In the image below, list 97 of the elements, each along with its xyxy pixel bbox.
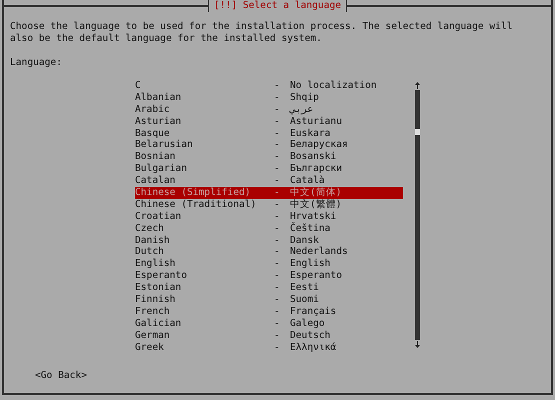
separator-text: - bbox=[274, 330, 281, 342]
separator-text: - bbox=[274, 187, 281, 199]
language-item[interactable]: Albanian - Shqip bbox=[135, 92, 403, 104]
language-item[interactable]: Danish - Dansk bbox=[135, 234, 403, 246]
list-label: Language: bbox=[10, 57, 63, 69]
language-name: Chinese (Simplified) bbox=[135, 187, 252, 199]
separator-text: - bbox=[274, 246, 281, 258]
separator-text: - bbox=[274, 151, 281, 164]
language-item[interactable]: Bulgarian - Български bbox=[135, 163, 403, 176]
language-name: Danish bbox=[135, 234, 171, 246]
language-name: Arabic bbox=[135, 104, 171, 116]
native-name: Galego bbox=[290, 318, 326, 330]
language-name: Bulgarian bbox=[135, 163, 188, 176]
separator-text: - bbox=[274, 258, 281, 270]
go-back-button[interactable]: <Go Back> bbox=[35, 370, 87, 382]
native-name: 中文(繁體) bbox=[290, 198, 343, 211]
native-name: Беларуская bbox=[290, 139, 349, 152]
language-name: Dutch bbox=[135, 246, 165, 258]
language-name: Albanian bbox=[135, 92, 182, 104]
language-item[interactable]: Croatian - Hrvatski bbox=[135, 210, 403, 223]
separator-text: - bbox=[274, 175, 281, 188]
language-name: Asturian bbox=[135, 116, 182, 128]
separator-text: - bbox=[274, 128, 281, 140]
language-item[interactable]: English - English bbox=[135, 258, 403, 270]
separator-text: - bbox=[274, 270, 281, 282]
language-item[interactable]: Estonian - Eesti bbox=[135, 282, 403, 294]
language-name: Greek bbox=[135, 342, 165, 354]
separator-text: - bbox=[274, 342, 281, 354]
language-item[interactable]: Dutch - Nederlands bbox=[135, 246, 403, 258]
native-name: Suomi bbox=[290, 294, 320, 306]
language-name: Czech bbox=[135, 222, 165, 235]
native-name: Català bbox=[290, 175, 326, 187]
native-name: Asturianu bbox=[290, 116, 343, 128]
native-name: Hrvatski bbox=[290, 210, 338, 222]
separator-text: - bbox=[274, 318, 281, 330]
language-name: German bbox=[135, 330, 171, 342]
language-name: French bbox=[135, 306, 171, 318]
separator-text: - bbox=[274, 282, 281, 294]
language-item[interactable]: Catalan - Català bbox=[135, 175, 403, 188]
separator-text: - bbox=[274, 306, 281, 318]
native-name: Français bbox=[290, 306, 338, 318]
native-name: 中文(简体) bbox=[290, 187, 343, 199]
native-name: Nederlands bbox=[290, 246, 349, 258]
separator-text: - bbox=[274, 139, 281, 152]
native-name: Eesti bbox=[290, 282, 320, 294]
separator-text: - bbox=[274, 210, 281, 223]
native-name: Български bbox=[290, 163, 343, 175]
language-item[interactable]: Czech - Čeština bbox=[135, 222, 403, 235]
language-name: Galician bbox=[135, 318, 182, 330]
language-item[interactable]: French - Français bbox=[135, 306, 403, 318]
scroll-down-icon[interactable] bbox=[415, 341, 420, 348]
language-name: Esperanto bbox=[135, 270, 188, 282]
language-name: C bbox=[135, 80, 142, 92]
separator-text: - bbox=[274, 198, 281, 211]
language-name: Chinese (Traditional) bbox=[135, 198, 258, 211]
native-name: Shqip bbox=[290, 92, 320, 104]
dialog-title: [!!] Select a language bbox=[208, 0, 348, 12]
native-name: No localization bbox=[290, 80, 378, 92]
language-item[interactable]: Greek - Ελληνικά bbox=[135, 342, 403, 354]
native-name: Dansk bbox=[290, 234, 320, 246]
language-name: Basque bbox=[135, 128, 171, 140]
separator-text: - bbox=[274, 80, 281, 92]
language-item[interactable]: Chinese (Traditional) - 中文(繁體) bbox=[135, 198, 403, 211]
language-item[interactable]: Esperanto - Esperanto bbox=[135, 270, 403, 282]
separator-text: - bbox=[274, 163, 281, 176]
language-name: Finnish bbox=[135, 294, 176, 306]
language-item[interactable]: Belarusian - Беларуская bbox=[135, 139, 403, 152]
language-name: English bbox=[135, 258, 176, 270]
native-name: Ελληνικά bbox=[290, 342, 338, 354]
language-name: Bosnian bbox=[135, 151, 176, 164]
language-name: Catalan bbox=[135, 175, 176, 188]
native-name: English bbox=[290, 258, 332, 270]
native-name: Esperanto bbox=[290, 270, 343, 282]
language-item[interactable]: German - Deutsch bbox=[135, 330, 403, 342]
language-item[interactable]: Bosnian - Bosanski bbox=[135, 151, 403, 164]
native-name: Bosanski bbox=[290, 151, 338, 164]
native-name: Deutsch bbox=[290, 330, 332, 342]
language-item[interactable]: C - No localization bbox=[135, 80, 403, 92]
separator-text: - bbox=[274, 92, 281, 104]
separator-text: - bbox=[274, 104, 281, 116]
description-text: Choose the language to be used for the installation process. The selected language will also be the default language for the installed system. bbox=[10, 21, 514, 45]
language-name: Croatian bbox=[135, 210, 182, 223]
native-name: عربي bbox=[290, 104, 314, 116]
language-item[interactable]: Galician - Galego bbox=[135, 318, 403, 330]
native-name: Euskara bbox=[290, 128, 332, 140]
language-name: Estonian bbox=[135, 282, 182, 294]
language-item[interactable]: Asturian - Asturianu bbox=[135, 116, 403, 128]
separator-text: - bbox=[274, 222, 281, 235]
language-name: Belarusian bbox=[135, 139, 194, 152]
scroll-up-icon[interactable] bbox=[415, 82, 420, 89]
language-item[interactable]: Finnish - Suomi bbox=[135, 294, 403, 306]
separator-text: - bbox=[274, 294, 281, 306]
separator-text: - bbox=[274, 116, 281, 128]
language-item[interactable]: Basque - Euskara bbox=[135, 128, 403, 140]
scrollbar-thumb[interactable] bbox=[415, 129, 420, 135]
separator-text: - bbox=[274, 234, 281, 246]
native-name: Čeština bbox=[290, 222, 332, 235]
